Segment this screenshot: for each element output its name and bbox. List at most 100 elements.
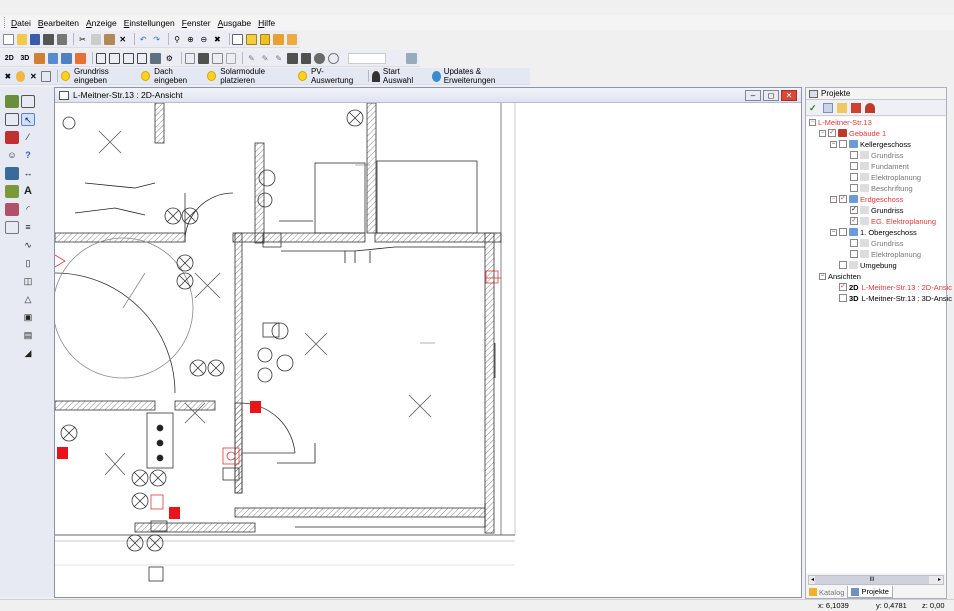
tools-icon[interactable]: ✖ [3, 71, 13, 82]
garden-tool-icon[interactable] [5, 185, 19, 198]
zoom-in-icon[interactable]: ⊕ [185, 34, 195, 45]
item-checkbox[interactable] [850, 151, 858, 159]
roof-icon[interactable] [198, 52, 209, 64]
view2d-checkbox[interactable]: ✓ [839, 283, 847, 291]
tool-g-icon[interactable] [327, 52, 339, 64]
tree-erd[interactable]: − ✓ Erdgeschoss [830, 194, 903, 204]
redo-icon[interactable]: ↷ [151, 34, 161, 45]
open-folder-icon[interactable] [16, 33, 27, 45]
pen-icon[interactable] [34, 52, 45, 64]
tree-og-item[interactable]: Grundriss [850, 238, 904, 248]
tree-ansichten[interactable]: − Ansichten [819, 271, 861, 281]
tool-e-icon[interactable] [300, 52, 312, 64]
stairs-tool-icon[interactable] [21, 95, 35, 108]
line-tool-icon[interactable]: ⁄ [21, 131, 35, 144]
scroll-thumb[interactable]: III [815, 576, 929, 584]
house-red-icon[interactable] [865, 102, 875, 113]
frame-icon[interactable] [41, 70, 52, 82]
umgebung-checkbox[interactable] [839, 261, 847, 269]
wall-icon[interactable] [95, 52, 107, 64]
tool-a-icon[interactable]: ✎ [246, 53, 257, 64]
door-icon[interactable] [109, 52, 120, 64]
delete-element-icon[interactable] [851, 102, 861, 113]
collapse-icon[interactable]: − [809, 118, 816, 126]
restore-button[interactable]: ◻ [763, 90, 779, 101]
edit-tool-icon[interactable]: ◢ [21, 347, 35, 360]
menu-hilfe[interactable]: Hilfe [258, 18, 275, 28]
close-button[interactable]: ✕ [781, 90, 797, 101]
menu-fenster[interactable]: Fenster [182, 18, 211, 28]
tool-c-icon[interactable]: ✎ [273, 53, 284, 64]
grid-tool-icon[interactable] [5, 113, 19, 126]
pv-auswertung-button[interactable]: PV-Auswertung [297, 67, 359, 85]
menu-einstellungen[interactable]: Einstellungen [124, 18, 175, 28]
lamp-tool-icon[interactable]: △ [21, 293, 35, 306]
og-checkbox[interactable] [839, 228, 847, 236]
check-icon[interactable]: ✓ [809, 103, 819, 113]
text-tool-icon[interactable]: A [21, 185, 35, 198]
tool-d-icon[interactable] [287, 52, 298, 64]
red-marker[interactable] [250, 401, 261, 413]
folder-export-icon[interactable] [286, 33, 297, 45]
layout-icon[interactable] [259, 33, 271, 45]
text-icon[interactable] [225, 52, 237, 64]
copy-icon[interactable] [90, 33, 102, 45]
item-checkbox[interactable] [850, 239, 858, 247]
menu-bearbeiten[interactable]: Bearbeiten [38, 18, 79, 28]
stairs-icon[interactable] [136, 52, 148, 64]
tree-keller-item[interactable]: Elektroplanung [850, 172, 921, 182]
tree-root[interactable]: − L-Meitner-Str.13 [809, 117, 872, 127]
window-tool-icon[interactable]: ▣ [21, 311, 35, 324]
menu-datei[interactable]: Datei [11, 18, 31, 28]
item-checkbox[interactable]: ✓ [850, 217, 858, 225]
collapse-icon[interactable]: − [830, 195, 837, 203]
item-checkbox[interactable] [850, 250, 858, 258]
red-marker[interactable] [57, 447, 68, 459]
save-icon[interactable] [29, 33, 41, 45]
close-tool-icon[interactable]: ✕ [28, 71, 38, 82]
view-3d-icon[interactable]: 3D [19, 53, 32, 64]
collapse-icon[interactable]: − [830, 140, 837, 148]
tab-projekte[interactable]: Projekte [847, 586, 893, 598]
table-tool-icon[interactable] [5, 221, 19, 234]
tree-view-3d[interactable]: 3D L-Meitner-Str.13 : 3D-Ansic [839, 293, 952, 303]
erd-checkbox[interactable]: ✓ [839, 195, 847, 203]
roof-tool-icon[interactable] [5, 131, 19, 144]
start-auswahl-button[interactable]: Start Auswahl [372, 67, 426, 85]
menu-anzeige[interactable]: Anzeige [86, 18, 117, 28]
grundriss-eingeben-button[interactable]: Grundriss eingeben [61, 67, 135, 85]
tree-keller-item[interactable]: Beschriftung [850, 183, 913, 193]
tree-erd-item[interactable]: ✓ EG. Elektroplanung [850, 216, 936, 226]
tree-og[interactable]: − 1. Obergeschoss [830, 227, 917, 237]
view-2d-icon[interactable]: 2D [3, 53, 16, 64]
select-tool-icon[interactable]: ↖ [21, 113, 35, 126]
house-icon[interactable] [406, 52, 417, 64]
tree-keller-item[interactable]: Fundament [850, 161, 909, 171]
zoom-icon[interactable]: ⚲ [172, 34, 182, 45]
columns-icon[interactable] [273, 33, 284, 45]
symbol-icon[interactable] [211, 52, 223, 64]
layer-combo[interactable] [347, 52, 387, 64]
new-file-icon[interactable] [3, 33, 14, 45]
door-tool-icon[interactable]: ◫ [21, 275, 35, 288]
column-tool-icon[interactable]: ▯ [21, 257, 35, 270]
drawing-canvas[interactable] [55, 103, 801, 597]
settings-icon[interactable]: ⚙ [164, 53, 175, 64]
tree-keller[interactable]: − Kellergeschoss [830, 139, 911, 149]
wall-tool-icon[interactable] [5, 95, 19, 108]
updates-button[interactable]: Updates & Erweiterungen [431, 67, 524, 85]
window-element-icon[interactable] [122, 52, 134, 64]
item-checkbox[interactable] [850, 184, 858, 192]
floor-tool-icon[interactable] [5, 167, 19, 180]
person-tool-icon[interactable]: ☺ [5, 149, 19, 162]
building-checkbox[interactable]: ✓ [828, 129, 836, 137]
tab-katalog[interactable]: Katalog [806, 586, 847, 598]
zoom-fit-icon[interactable]: ✖ [212, 34, 222, 45]
solarmodule-button[interactable]: Solarmodule platzieren [207, 67, 292, 85]
measure-icon[interactable] [150, 52, 161, 64]
keller-checkbox[interactable] [839, 140, 847, 148]
collapse-icon[interactable]: − [830, 228, 837, 236]
undo-icon[interactable]: ↶ [138, 34, 148, 45]
view3d-checkbox[interactable] [839, 294, 847, 302]
help-tool-icon[interactable]: ? [21, 149, 35, 162]
